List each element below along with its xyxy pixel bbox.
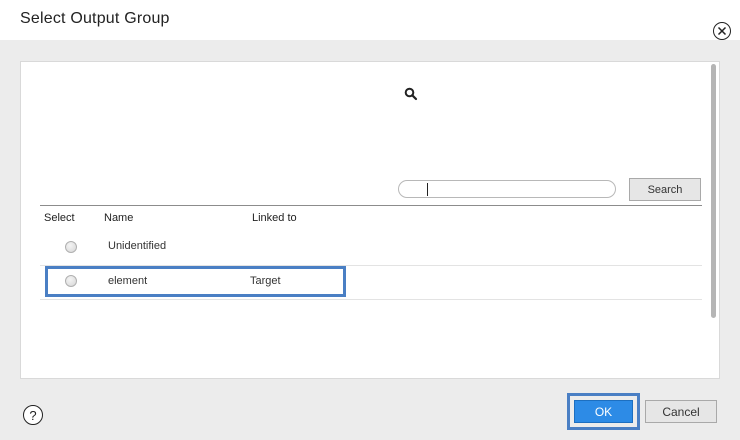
dialog-titlebar: Select Output Group: [0, 0, 740, 40]
close-icon[interactable]: [713, 22, 731, 40]
cancel-button[interactable]: Cancel: [645, 400, 717, 423]
table-row-divider: [40, 299, 702, 300]
column-header-select: Select: [44, 212, 75, 224]
search-icon: [404, 87, 418, 101]
table-header-divider: [40, 205, 702, 206]
table-row-name: Unidentified: [108, 240, 167, 252]
row-select-radio[interactable]: [65, 241, 77, 253]
scrollbar-thumb[interactable]: [711, 64, 716, 318]
text-caret: [427, 183, 428, 196]
column-header-name: Name: [104, 212, 134, 224]
search-input[interactable]: [398, 180, 616, 198]
ok-button[interactable]: OK: [574, 400, 633, 423]
search-button[interactable]: Search: [629, 178, 701, 201]
help-icon[interactable]: ?: [23, 405, 43, 425]
row-highlight-frame: [45, 266, 346, 297]
dialog-title: Select Output Group: [20, 10, 170, 27]
column-header-linked-to: Linked to: [252, 212, 297, 224]
close-icon-glyph: [717, 26, 727, 36]
